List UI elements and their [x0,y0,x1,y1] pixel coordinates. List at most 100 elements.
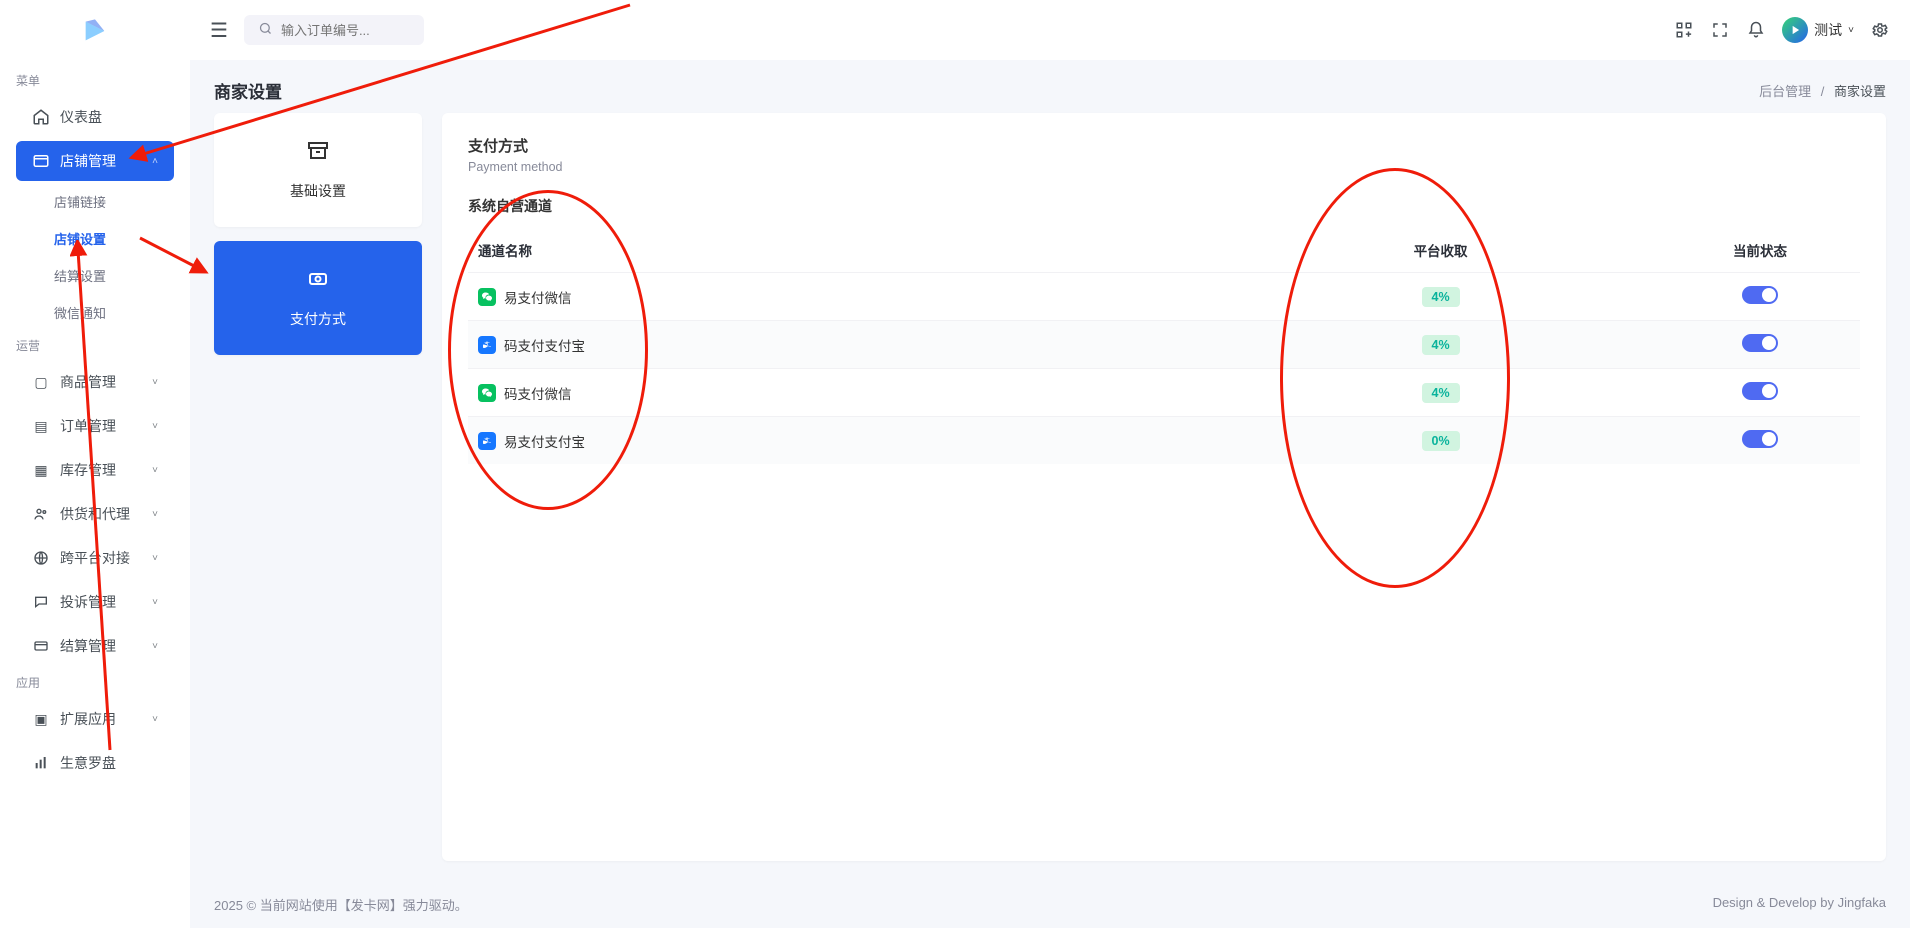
gear-icon[interactable] [1870,20,1890,40]
chevron-down-icon: ˅ [152,509,158,520]
order-icon: ▤ [32,417,50,435]
status-toggle[interactable] [1742,430,1778,448]
footer-left: 2025 © 当前网站使用【发卡网】强力驱动。 [214,895,468,914]
channel-name: 码支付微信 [504,383,572,403]
status-toggle[interactable] [1742,382,1778,400]
panel-title: 支付方式 [468,135,1860,156]
sub-settlement-settings[interactable]: 结算设置 [24,257,190,294]
alipay-icon [478,432,496,450]
fullscreen-icon[interactable] [1710,20,1730,40]
side-tab-payment-label: 支付方式 [290,309,346,329]
nav-cross-label: 跨平台对接 [60,548,130,568]
col-fee: 平台收取 [1221,228,1660,273]
nav-cross[interactable]: 跨平台对接 ˅ [16,538,174,578]
chevron-down-icon: ˅ [152,597,158,608]
alipay-icon [478,336,496,354]
section-app: 应用 [0,668,190,697]
group-title: 系统自营通道 [468,196,1860,216]
table-row: 易支付微信4% [468,273,1860,321]
nav-biz-compass-label: 生意罗盘 [60,753,116,773]
nav-settlement-label: 结算管理 [60,636,116,656]
store-icon [32,152,50,170]
col-status: 当前状态 [1660,228,1860,273]
nav-biz-compass[interactable]: 生意罗盘 [16,743,174,783]
side-tab-basic[interactable]: 基础设置 [214,113,422,227]
crumb-current: 商家设置 [1834,84,1886,99]
search-box[interactable] [244,15,424,45]
chevron-down-icon: ˅ [152,641,158,652]
nav-settlement[interactable]: 结算管理 ˅ [16,626,174,666]
fee-badge: 4% [1422,383,1460,403]
breadcrumb: 后台管理 / 商家设置 [1759,81,1886,100]
section-menu: 菜单 [0,66,190,95]
apps-icon: ▣ [32,710,50,728]
home-icon [32,108,50,126]
nav-ext-apps-label: 扩展应用 [60,709,116,729]
chevron-down-icon: ˅ [152,553,158,564]
nav-orders[interactable]: ▤ 订单管理 ˅ [16,406,174,446]
crumb-sep: / [1821,84,1825,99]
channel-name: 码支付支付宝 [504,335,585,355]
nav-supply-label: 供货和代理 [60,504,130,524]
nav-stock[interactable]: ▦ 库存管理 ˅ [16,450,174,490]
col-name: 通道名称 [468,228,1221,273]
sidebar: 菜单 仪表盘 店铺管理 ˄ 店铺链接 店铺设置 结算设置 微信通知 运营 ▢ 商… [0,0,190,928]
nav-store-mgmt[interactable]: 店铺管理 ˄ [16,141,174,181]
side-tabs: 基础设置 支付方式 [214,113,422,861]
store-sub-list: 店铺链接 店铺设置 结算设置 微信通知 [0,183,190,331]
side-tab-payment[interactable]: 支付方式 [214,241,422,355]
chevron-down-icon: ˅ [1848,25,1854,36]
nav-stock-label: 库存管理 [60,460,116,480]
chevron-down-icon: ˅ [152,465,158,476]
nav-orders-label: 订单管理 [60,416,116,436]
side-tab-basic-label: 基础设置 [290,181,346,201]
panel-subtitle: Payment method [468,160,1860,174]
crumb-root[interactable]: 后台管理 [1759,84,1811,99]
avatar [1782,17,1808,43]
topbar: ☰ [190,0,1910,60]
status-toggle[interactable] [1742,286,1778,304]
globe-icon [32,549,50,567]
sub-wechat-notify[interactable]: 微信通知 [24,294,190,331]
nav-ext-apps[interactable]: ▣ 扩展应用 ˅ [16,699,174,739]
channel-name: 易支付微信 [504,287,572,307]
search-icon [258,21,273,39]
table-row: 码支付支付宝4% [468,321,1860,369]
people-icon [32,505,50,523]
nav-goods-label: 商品管理 [60,372,116,392]
chevron-down-icon: ˅ [152,714,158,725]
table-row: 码支付微信 4% [468,369,1860,417]
archive-icon [306,139,330,169]
apps-grid-icon[interactable] [1674,20,1694,40]
section-ops: 运营 [0,331,190,360]
hamburger-icon[interactable]: ☰ [210,18,228,43]
channels-table: 通道名称 平台收取 当前状态 易支付微信4%码支付支付宝4% 码支付微信 4% 易支付… [468,228,1860,464]
logo [0,16,190,46]
chevron-down-icon: ˅ [152,377,158,388]
nav-store-mgmt-label: 店铺管理 [60,151,116,171]
grid-icon: ▦ [32,461,50,479]
search-input[interactable] [281,23,410,38]
nav-dashboard-label: 仪表盘 [60,107,102,127]
wechat-icon [478,288,496,306]
eye-icon [306,267,330,297]
user-name: 测试 [1814,20,1842,40]
user-menu[interactable]: 测试 ˅ [1782,17,1854,43]
nav-complaint[interactable]: 投诉管理 ˅ [16,582,174,622]
nav-goods[interactable]: ▢ 商品管理 ˅ [16,362,174,402]
page-header: 商家设置 后台管理 / 商家设置 [190,60,1910,113]
card-icon [32,637,50,655]
nav-dashboard[interactable]: 仪表盘 [16,97,174,137]
chevron-up-icon: ˄ [152,156,158,167]
sub-store-link[interactable]: 店铺链接 [24,183,190,220]
status-toggle[interactable] [1742,334,1778,352]
sub-store-settings[interactable]: 店铺设置 [24,220,190,257]
bell-icon[interactable] [1746,20,1766,40]
nav-supply[interactable]: 供货和代理 ˅ [16,494,174,534]
wechat-icon [478,384,496,402]
box-icon: ▢ [32,373,50,391]
channel-name: 易支付支付宝 [504,431,585,451]
table-row: 易支付支付宝0% [468,417,1860,465]
footer-right: Design & Develop by Jingfaka [1713,895,1886,914]
chat-icon [32,593,50,611]
